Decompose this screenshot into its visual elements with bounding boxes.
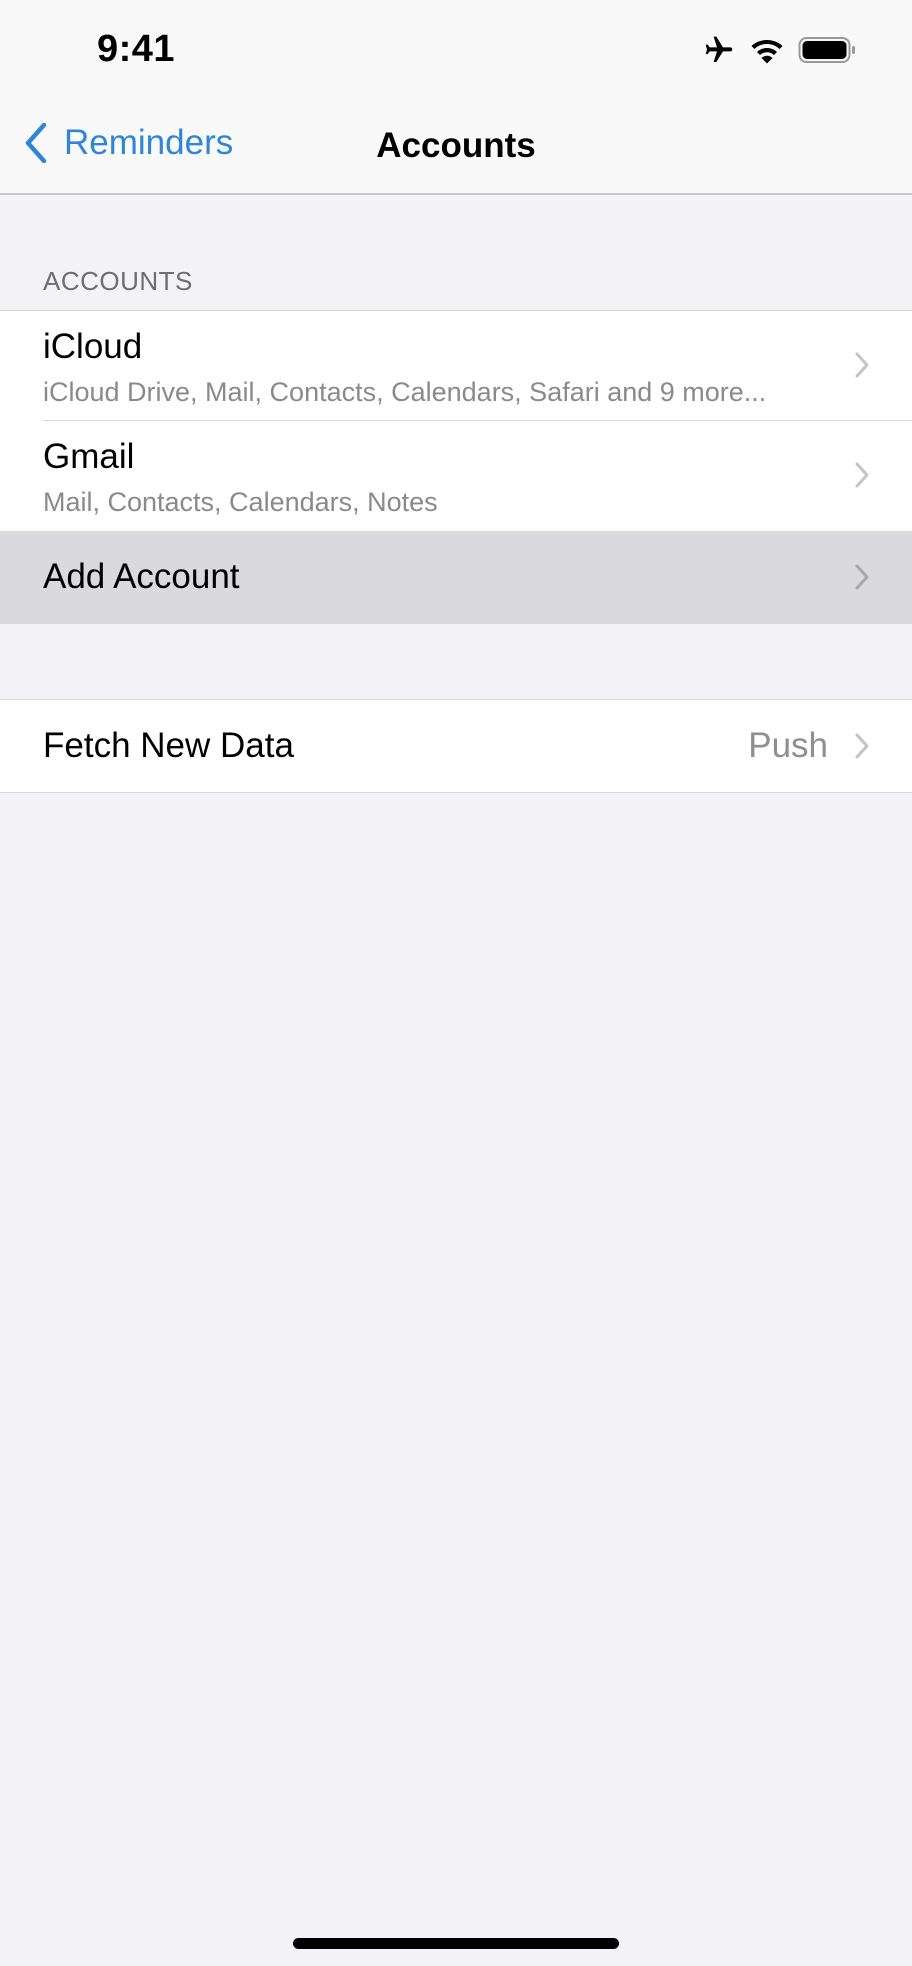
chevron-right-icon <box>855 462 869 488</box>
fetch-new-data-value: Push <box>748 726 828 765</box>
navigation-bar: Reminders Accounts <box>0 100 912 195</box>
fetch-new-data-row[interactable]: Fetch New Data Push <box>0 700 912 792</box>
add-account-label: Add Account <box>43 557 240 596</box>
account-row-gmail[interactable]: Gmail Mail, Contacts, Calendars, Notes <box>0 421 912 531</box>
section-header-accounts: ACCOUNTS <box>43 266 193 296</box>
accounts-list: iCloud iCloud Drive, Mail, Contacts, Cal… <box>0 310 912 624</box>
status-bar: 9:41 <box>0 0 912 100</box>
chevron-right-icon <box>855 352 869 378</box>
account-title: Gmail <box>43 437 135 476</box>
chevron-right-icon <box>855 564 869 590</box>
airplane-icon <box>702 34 736 71</box>
add-account-button[interactable]: Add Account <box>0 531 912 623</box>
status-icons <box>702 34 856 71</box>
chevron-right-icon <box>855 733 869 759</box>
account-subtitle: Mail, Contacts, Calendars, Notes <box>43 487 438 517</box>
fetch-settings-list: Fetch New Data Push <box>0 699 912 793</box>
wifi-icon <box>750 36 784 69</box>
account-subtitle: iCloud Drive, Mail, Contacts, Calendars,… <box>43 377 767 407</box>
account-row-icloud[interactable]: iCloud iCloud Drive, Mail, Contacts, Cal… <box>0 311 912 421</box>
page-title: Accounts <box>376 126 536 165</box>
status-time: 9:41 <box>97 28 176 70</box>
fetch-new-data-label: Fetch New Data <box>43 726 294 765</box>
account-title: iCloud <box>43 327 143 366</box>
home-indicator[interactable] <box>293 1938 619 1949</box>
battery-icon <box>798 36 856 69</box>
